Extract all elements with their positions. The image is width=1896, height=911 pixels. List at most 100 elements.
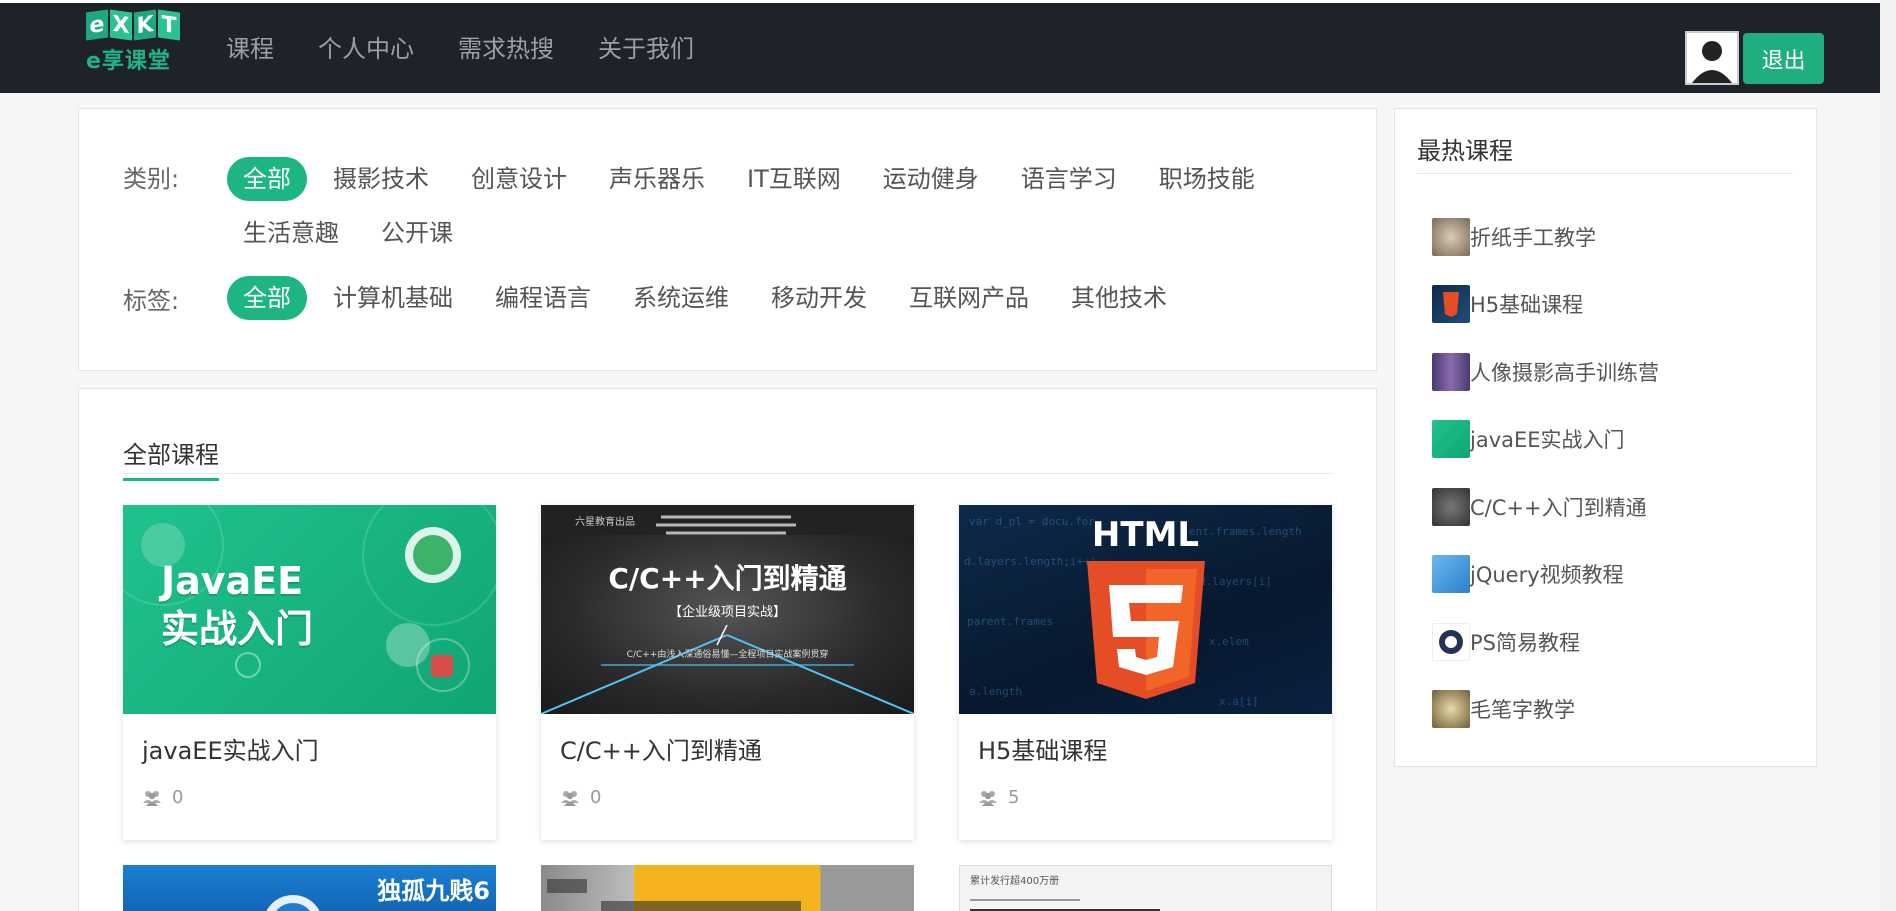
top-navbar: e X K T e享课堂 课程 个人中心 需求热搜 关于我们 退出	[0, 0, 1896, 93]
nav-personal-center[interactable]: 个人中心	[318, 29, 414, 64]
hot-course-item[interactable]: 毛笔字教学	[1432, 676, 1659, 744]
course-thumbnail: JavaEE 实战入门	[123, 505, 496, 714]
course-students: 0	[560, 787, 601, 808]
hot-course-label[interactable]: H5基础课程	[1470, 289, 1583, 319]
nav-hot-search[interactable]: 需求热搜	[458, 29, 554, 64]
logo-tile: T	[158, 9, 180, 41]
logo-tile: K	[134, 9, 156, 41]
tag-chip-ops[interactable]: 系统运维	[617, 276, 745, 320]
thumbnail-badge: 六星教育出品	[575, 517, 635, 528]
html5-icon	[1443, 292, 1459, 318]
svg-text:x.elem: x.elem	[1209, 635, 1249, 648]
hot-courses-sidebar: 最热课程 折纸手工教学 H5基础课程 人像摄影高手训练营 javaEE实战入门 …	[1394, 108, 1817, 767]
hot-course-label[interactable]: javaEE实战入门	[1470, 424, 1625, 454]
hot-course-label[interactable]: 毛笔字教学	[1470, 694, 1575, 724]
logout-button[interactable]: 退出	[1743, 33, 1824, 84]
hot-course-thumbnail	[1432, 555, 1470, 594]
tag-filter-row: 标签: 全部 计算机基础 编程语言 系统运维 移动开发 互联网产品 其他技术	[123, 276, 1287, 320]
svg-text:parent.frames: parent.frames	[967, 615, 1053, 628]
users-icon	[143, 790, 161, 806]
hot-courses-title: 最热课程	[1417, 137, 1513, 165]
category-chip-language[interactable]: 语言学习	[1005, 157, 1133, 201]
hot-course-label[interactable]: C/C++入门到精通	[1470, 492, 1647, 522]
hot-course-thumbnail	[1432, 622, 1470, 661]
course-card[interactable]: JavaEE 实战入门 javaEE实战入门 0	[123, 505, 496, 840]
student-count: 5	[1008, 787, 1020, 808]
svg-text:a.length: a.length	[969, 685, 1022, 698]
category-chip-all[interactable]: 全部	[227, 157, 307, 201]
tag-chip-programming[interactable]: 编程语言	[479, 276, 607, 320]
section-divider	[123, 473, 1333, 474]
tag-chip-internet-product[interactable]: 互联网产品	[893, 276, 1045, 320]
svg-text:d.layers.length;i++): d.layers.length;i++)	[964, 555, 1096, 568]
course-name[interactable]: javaEE实战入门	[142, 731, 319, 766]
hot-course-thumbnail	[1432, 217, 1470, 256]
course-thumbnail: 六星教育出品 C/C++入门到精通 【企业级项目实战】 C/C++由浅入深通俗易…	[541, 505, 914, 714]
course-thumbnail: var d_pl = docu.for ent.frames.length d.l…	[959, 505, 1332, 714]
thumbnail-title: 独孤九贱6	[377, 877, 490, 905]
hot-course-label[interactable]: 人像摄影高手训练营	[1470, 357, 1659, 387]
user-avatar-icon	[1687, 33, 1737, 83]
course-card-partial[interactable]: 独孤九贱6	[123, 865, 496, 911]
thumbnail-tagline: C/C++由浅入深通俗易懂—全程项目实战案例贯穿	[626, 650, 829, 660]
tag-chip-mobile[interactable]: 移动开发	[755, 276, 883, 320]
tag-chips: 全部 计算机基础 编程语言 系统运维 移动开发 互联网产品 其他技术	[227, 276, 1287, 320]
thumbnail-title: JavaEE 实战入门	[161, 559, 314, 651]
nav-about-us[interactable]: 关于我们	[598, 29, 694, 64]
hot-course-item[interactable]: jQuery视频教程	[1432, 541, 1659, 609]
tag-chip-computer-basics[interactable]: 计算机基础	[317, 276, 469, 320]
course-card-partial[interactable]	[541, 865, 914, 911]
category-filter-row: 类别: 全部 摄影技术 创意设计 声乐器乐 IT互联网 运动健身 语言学习 职场…	[123, 157, 1287, 255]
all-courses-title: 全部课程	[123, 435, 219, 481]
hot-course-thumbnail	[1432, 420, 1470, 459]
page-scrollbar[interactable]	[1880, 0, 1896, 911]
category-chip-design[interactable]: 创意设计	[455, 157, 583, 201]
logo-text: e享课堂	[86, 49, 171, 74]
category-chips: 全部 摄影技术 创意设计 声乐器乐 IT互联网 运动健身 语言学习 职场技能 生…	[227, 157, 1287, 255]
hot-course-thumbnail	[1432, 352, 1470, 391]
hot-courses-list: 折纸手工教学 H5基础课程 人像摄影高手训练营 javaEE实战入门 C/C++…	[1432, 203, 1659, 743]
ps-logo-icon	[1439, 629, 1463, 654]
thumbnail-title: HTML	[1091, 515, 1200, 555]
tag-chip-other-tech[interactable]: 其他技术	[1055, 276, 1183, 320]
logo-tile: X	[110, 9, 132, 41]
hot-course-item[interactable]: 折纸手工教学	[1432, 203, 1659, 271]
course-card[interactable]: var d_pl = docu.for ent.frames.length d.l…	[959, 505, 1332, 840]
category-label: 类别:	[123, 165, 180, 193]
user-avatar[interactable]	[1685, 31, 1739, 85]
course-name[interactable]: H5基础课程	[978, 731, 1107, 766]
hot-course-item[interactable]: C/C++入门到精通	[1432, 473, 1659, 541]
hot-course-thumbnail	[1432, 487, 1470, 526]
all-courses-panel: 全部课程 JavaEE 实战入门 javaEE实战入门 0 六星教育出品 C/C…	[78, 388, 1377, 911]
thumbnail-subtitle: 【企业级项目实战】	[668, 605, 786, 620]
course-name[interactable]: C/C++入门到精通	[560, 731, 762, 766]
users-icon	[561, 790, 579, 806]
category-chip-open-course[interactable]: 公开课	[365, 211, 469, 255]
nav-courses[interactable]: 课程	[226, 29, 274, 64]
hot-course-item[interactable]: H5基础课程	[1432, 271, 1659, 339]
hot-course-label[interactable]: PS简易教程	[1470, 627, 1580, 657]
hot-course-label[interactable]: 折纸手工教学	[1470, 222, 1596, 252]
svg-text:x.a[i]: x.a[i]	[1219, 695, 1259, 708]
category-chip-it[interactable]: IT互联网	[731, 157, 857, 201]
hot-course-item[interactable]: 人像摄影高手训练营	[1432, 338, 1659, 406]
site-logo[interactable]: e X K T e享课堂	[86, 9, 182, 81]
course-card[interactable]: 六星教育出品 C/C++入门到精通 【企业级项目实战】 C/C++由浅入深通俗易…	[541, 505, 914, 840]
category-chip-career[interactable]: 职场技能	[1143, 157, 1271, 201]
course-card-partial[interactable]: 累计发行超400万册	[959, 865, 1332, 911]
category-chip-fitness[interactable]: 运动健身	[867, 157, 995, 201]
hot-course-item[interactable]: javaEE实战入门	[1432, 406, 1659, 474]
users-icon	[979, 790, 997, 806]
course-students: 0	[142, 787, 183, 808]
category-chip-music[interactable]: 声乐器乐	[593, 157, 721, 201]
hot-course-thumbnail	[1432, 690, 1470, 729]
tag-chip-all[interactable]: 全部	[227, 276, 307, 320]
student-count: 0	[172, 787, 184, 808]
category-chip-photography[interactable]: 摄影技术	[317, 157, 445, 201]
tag-label: 标签:	[123, 286, 180, 315]
category-chip-lifestyle[interactable]: 生活意趣	[227, 211, 355, 255]
logo-tiles: e X K T	[86, 9, 182, 41]
hot-course-thumbnail	[1432, 285, 1470, 324]
hot-course-item[interactable]: PS简易教程	[1432, 608, 1659, 676]
hot-course-label[interactable]: jQuery视频教程	[1470, 559, 1624, 589]
